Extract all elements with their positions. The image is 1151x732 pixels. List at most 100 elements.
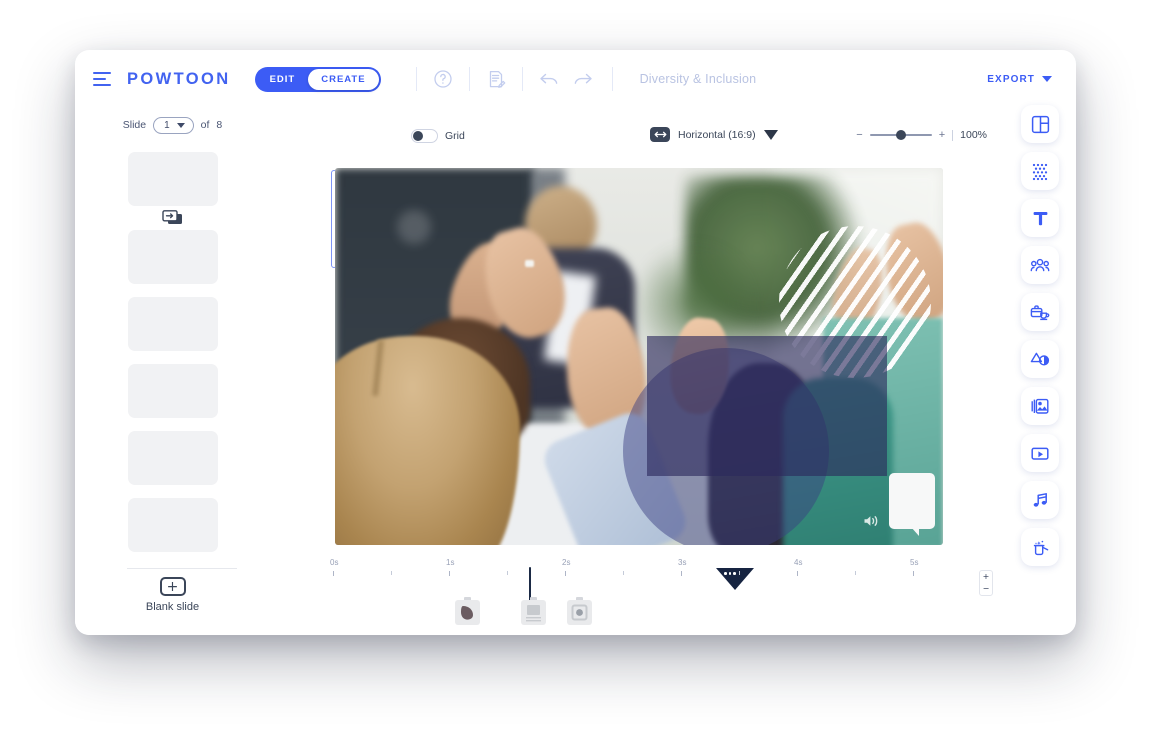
timeline-tick — [797, 571, 798, 576]
images-icon[interactable] — [1021, 387, 1059, 425]
volume-speaker-icon[interactable] — [863, 514, 881, 533]
slide-panel: Slide 1 of 8 + Blank slide — [75, 108, 270, 635]
divider — [127, 568, 237, 569]
chevron-down-icon — [176, 122, 185, 128]
video-icon[interactable] — [1021, 434, 1059, 472]
slide-thumbnail[interactable] — [127, 297, 218, 351]
timeline-tick-minor — [623, 571, 624, 575]
object-thumbnail — [521, 600, 546, 625]
canvas-toolbar: Grid Horizontal (16:9) − + 100% — [333, 122, 993, 156]
powtoon-logo: POWTOON — [127, 69, 231, 88]
timeline-object-text[interactable] — [521, 597, 546, 628]
photo-layer-person-hair — [335, 336, 520, 545]
script-notes-icon[interactable] — [483, 66, 509, 92]
marker-dots-icon — [724, 572, 736, 575]
divider — [952, 129, 954, 141]
top-bar: POWTOON EDIT CREATE Diversity & Inclusio… — [75, 50, 1076, 108]
effects-icon[interactable] — [1021, 528, 1059, 566]
slide-canvas[interactable] — [335, 168, 943, 545]
timeline-zoom-out-button[interactable]: − — [983, 585, 990, 593]
slide-transition-icon[interactable] — [161, 210, 184, 225]
slide-thumbnail[interactable] — [127, 498, 218, 552]
timeline-tick-minor — [855, 571, 856, 575]
switch-knob — [413, 131, 423, 141]
characters-icon[interactable] — [1021, 246, 1059, 284]
zoom-in-button[interactable]: + — [939, 129, 945, 141]
timeline-tick — [565, 571, 566, 576]
grid-switch[interactable] — [411, 129, 438, 143]
timeline-tick-label: 5s — [910, 558, 919, 567]
timeline-zoom-in-button[interactable]: + — [983, 573, 990, 581]
create-mode-tab[interactable]: CREATE — [308, 68, 379, 90]
aspect-ratio-label: Horizontal (16:9) — [678, 128, 756, 141]
export-label: EXPORT — [987, 73, 1035, 85]
timeline-tick-minor — [391, 571, 392, 575]
slide-thumbnail[interactable] — [127, 431, 218, 485]
timeline-tick-minor — [507, 571, 508, 575]
timeline-tick-label: 0s — [330, 558, 339, 567]
plus-icon: + — [159, 577, 186, 596]
undo-icon[interactable] — [536, 66, 562, 92]
total-slides: 8 — [216, 119, 223, 131]
layouts-icon[interactable] — [1021, 105, 1059, 143]
timeline-object-shape[interactable] — [455, 597, 480, 628]
divider — [468, 67, 470, 91]
document-title[interactable]: Diversity & Inclusion — [640, 72, 757, 86]
white-callout-shape[interactable] — [889, 473, 935, 536]
slide-thumbnail-list[interactable] — [75, 142, 270, 559]
backgrounds-icon[interactable] — [1021, 152, 1059, 190]
grid-label: Grid — [445, 130, 465, 142]
chevron-down-icon — [1042, 76, 1052, 82]
text-icon[interactable] — [1021, 199, 1059, 237]
object-thumbnail — [455, 600, 480, 625]
divider — [521, 67, 523, 91]
divider — [415, 67, 417, 91]
object-thumbnail — [567, 600, 592, 625]
slide-number-dropdown[interactable]: 1 — [153, 116, 194, 134]
timeline-tick-label: 3s — [678, 558, 687, 567]
timeline[interactable]: + − 0s 1s 2s 3s 4s 5s — [330, 558, 993, 630]
powtoon-app-window: POWTOON EDIT CREATE Diversity & Inclusio… — [75, 50, 1076, 635]
purple-rectangle-overlay[interactable] — [647, 336, 887, 476]
slide-thumbnail[interactable] — [127, 364, 218, 418]
slide-thumbnail[interactable] — [127, 152, 218, 206]
zoom-percent-label: 100% — [960, 129, 987, 141]
help-icon[interactable] — [430, 66, 456, 92]
timeline-zoom-buttons[interactable]: + − — [979, 570, 993, 596]
redo-icon[interactable] — [570, 66, 596, 92]
hamburger-menu-icon[interactable] — [93, 72, 111, 86]
export-button[interactable]: EXPORT — [987, 74, 1058, 85]
zoom-slider[interactable] — [869, 130, 932, 140]
edit-create-toggle[interactable]: EDIT CREATE — [254, 66, 381, 92]
zoom-out-button[interactable]: − — [856, 129, 862, 141]
shapes-icon[interactable] — [1021, 340, 1059, 378]
slide-counter: Slide 1 of 8 — [75, 108, 270, 142]
timeline-tick — [449, 571, 450, 576]
timeline-tick-label: 4s — [794, 558, 803, 567]
tool-rail — [1012, 105, 1068, 625]
aspect-ratio-dropdown[interactable]: Horizontal (16:9) — [650, 127, 778, 142]
slide-thumbnail[interactable] — [127, 230, 218, 284]
current-slide-number: 1 — [164, 119, 170, 131]
timeline-tick — [913, 571, 914, 576]
timeline-tick — [333, 571, 334, 576]
blank-slide-button[interactable]: + Blank slide — [75, 577, 270, 613]
timeline-tick-label: 1s — [446, 558, 455, 567]
horizontal-arrows-icon — [650, 127, 670, 142]
timeline-object-image[interactable] — [567, 597, 592, 628]
grid-toggle[interactable]: Grid — [411, 129, 465, 143]
music-icon[interactable] — [1021, 481, 1059, 519]
photo-layer-ring — [525, 260, 534, 267]
photo-layer-highlight — [397, 210, 431, 244]
props-icon[interactable] — [1021, 293, 1059, 331]
timeline-tick — [681, 571, 682, 576]
blank-slide-label: Blank slide — [145, 601, 200, 613]
caret-down-icon — [763, 129, 778, 140]
divider — [611, 67, 613, 91]
edit-mode-tab[interactable]: EDIT — [257, 69, 309, 90]
zoom-slider-knob[interactable] — [895, 130, 906, 140]
